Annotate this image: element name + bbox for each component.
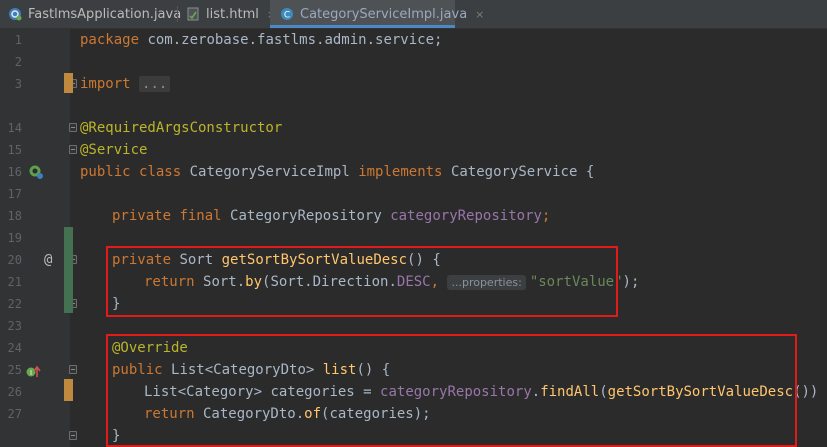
override-marker-icon[interactable]: @ (44, 249, 52, 271)
line-number: 18 (7, 209, 22, 223)
code-line-21[interactable]: return Sort.by(Sort.Direction.DESC, ...p… (144, 271, 639, 293)
code-line-16[interactable]: public class CategoryServiceImpl impleme… (80, 161, 594, 183)
line-number: 20 (7, 253, 22, 267)
tab-label: list.html (206, 6, 259, 22)
editor-tab-bar: FastlmsApplication.java × list.html × C … (0, 0, 827, 29)
tab-list-html[interactable]: list.html × (186, 0, 276, 28)
vcs-added-marker[interactable] (64, 227, 73, 313)
fold-collapse-icon[interactable] (69, 431, 77, 440)
fold-collapse-icon[interactable] (69, 123, 77, 132)
java-class-icon: C (280, 7, 294, 21)
line-number: 26 (7, 385, 22, 399)
code-line-22[interactable]: } (112, 293, 120, 315)
vcs-modified-marker[interactable] (64, 379, 73, 401)
line-number: 14 (7, 121, 22, 135)
tab-label: FastlmsApplication.java (28, 6, 182, 22)
line-number: 23 (7, 319, 22, 333)
close-tab-icon[interactable]: × (475, 8, 484, 21)
code-line-3[interactable]: import ... (80, 73, 171, 95)
code-line-1[interactable]: package com.zerobase.fastlms.admin.servi… (80, 29, 442, 51)
code-line-28[interactable]: } (112, 425, 120, 447)
fold-collapse-icon[interactable] (69, 145, 77, 154)
line-number: 27 (7, 407, 22, 421)
line-number: 3 (14, 77, 22, 91)
line-number: 19 (7, 231, 22, 245)
code-line-27[interactable]: return CategoryDto.of(categories); (144, 403, 431, 425)
line-number: 1 (14, 33, 22, 47)
folded-imports[interactable]: ... (139, 76, 171, 92)
vcs-modified-marker[interactable] (64, 73, 73, 93)
code-editor[interactable]: 1 2 3 14 15 16 17 18 19 20 @ 21 22 23 24 … (0, 29, 827, 447)
line-number: 21 (7, 275, 22, 289)
html-file-icon (186, 7, 200, 21)
line-gutter: 1 2 3 14 15 16 17 18 19 20 @ 21 22 23 24 … (0, 29, 77, 447)
parameter-hint: ...properties: (447, 275, 526, 290)
line-number: 17 (7, 187, 22, 201)
tab-label: CategoryServiceImpl.java (300, 6, 468, 22)
code-line-15[interactable]: @Service (80, 139, 147, 161)
svg-text:C: C (284, 11, 290, 21)
svg-text:I: I (30, 369, 32, 377)
fold-collapse-icon[interactable] (69, 365, 77, 374)
line-number: 22 (7, 297, 22, 311)
code-line-20[interactable]: private Sort getSortBySortValueDesc() { (112, 249, 441, 271)
line-number: 25 (7, 363, 22, 377)
tab-divider (177, 6, 178, 22)
line-number: 15 (7, 143, 22, 157)
code-line-18[interactable]: private final CategoryRepository categor… (112, 205, 550, 227)
code-line-26[interactable]: List<Category> categories = categoryRepo… (144, 381, 827, 403)
vertical-scrollbar[interactable] (821, 29, 827, 447)
line-number: 16 (7, 165, 22, 179)
code-line-25[interactable]: public List<CategoryDto> list() { (112, 359, 390, 381)
spring-boot-class-icon (8, 7, 22, 21)
code-line-14[interactable]: @RequiredArgsConstructor (80, 117, 282, 139)
tab-fastlms-application[interactable]: FastlmsApplication.java × (8, 0, 198, 28)
line-number: 24 (7, 341, 22, 355)
code-line-24[interactable]: @Override (112, 337, 188, 359)
line-number: 2 (14, 55, 22, 69)
tab-category-service-impl[interactable]: C CategoryServiceImpl.java × (270, 0, 484, 28)
